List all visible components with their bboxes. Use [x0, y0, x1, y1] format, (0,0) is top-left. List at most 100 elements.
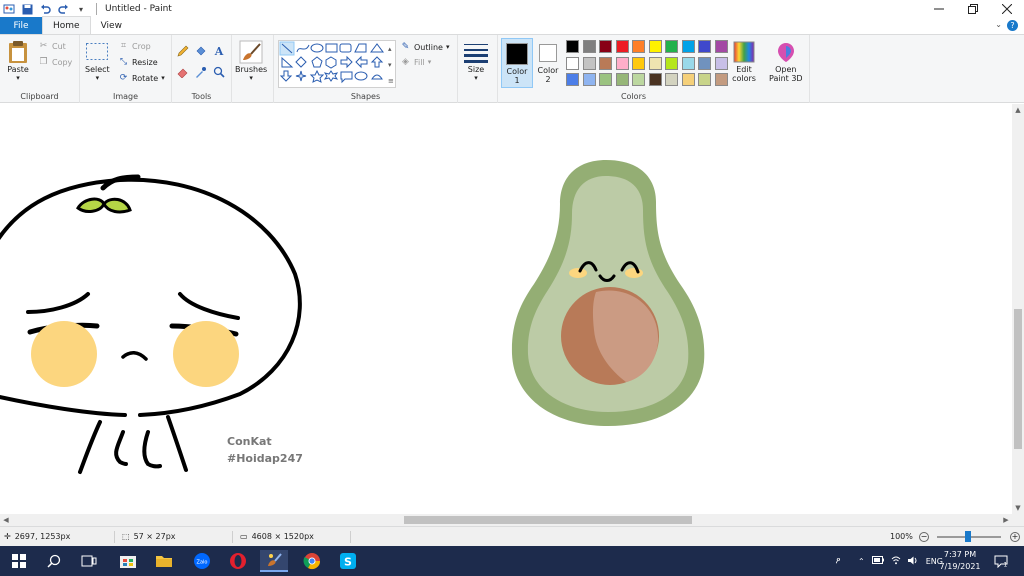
chrome-browser-icon[interactable] [298, 550, 326, 572]
scroll-right-icon[interactable]: ▶ [1000, 514, 1012, 526]
battery-icon[interactable] [871, 556, 884, 566]
vertical-scrollbar[interactable]: ▲ ▼ [1012, 104, 1024, 514]
text-tool-icon[interactable]: A [212, 44, 226, 58]
zalo-app-icon[interactable]: Zalo [188, 550, 216, 572]
palette-swatch[interactable] [582, 73, 596, 86]
network-icon[interactable] [891, 556, 901, 567]
edit-colors-button[interactable]: Edit colors [732, 39, 756, 83]
palette-swatch[interactable] [599, 56, 612, 70]
magnifier-icon[interactable] [212, 65, 226, 79]
palette-swatch[interactable] [714, 56, 728, 70]
task-view-icon[interactable] [75, 550, 103, 572]
color1-selector[interactable]: Color 1 [501, 38, 533, 88]
search-icon[interactable] [40, 550, 68, 572]
zoom-out-button[interactable]: − [919, 532, 929, 542]
save-icon[interactable] [20, 2, 34, 16]
palette-swatch[interactable] [665, 73, 678, 86]
palette-swatch[interactable] [582, 40, 596, 53]
palette-swatch[interactable] [566, 40, 579, 53]
size-button[interactable]: Size ▾ [464, 39, 488, 82]
palette-swatch[interactable] [648, 56, 662, 70]
rotate-button[interactable]: ⟳ Rotate ▾ [118, 72, 165, 84]
skype-app-icon[interactable]: S [334, 550, 362, 572]
palette-swatch[interactable] [615, 73, 629, 86]
palette-swatch[interactable] [566, 56, 579, 70]
windows-start-icon[interactable] [5, 550, 33, 572]
palette-swatch[interactable] [599, 40, 612, 53]
tab-view[interactable]: View [91, 17, 132, 34]
outline-button[interactable]: ✎ Outline ▾ [400, 41, 450, 53]
file-explorer-icon[interactable] [150, 550, 178, 572]
paste-button[interactable]: Paste ▾ [6, 39, 30, 82]
image-group: Select ▾ ⌗ Crop ⤡ Resize ⟳ Rotate ▾ Imag… [80, 35, 172, 103]
palette-swatch[interactable] [648, 40, 662, 53]
scroll-up-icon[interactable]: ▲ [1012, 104, 1024, 116]
palette-swatch[interactable] [698, 56, 711, 70]
close-button[interactable] [990, 0, 1024, 18]
horizontal-scrollbar[interactable]: ◀ ▶ [0, 514, 1012, 526]
restore-button[interactable] [956, 0, 990, 18]
shapes-gallery-icons[interactable]: ▴ ▾ ≡ [279, 41, 397, 89]
cut-button[interactable]: ✂ Cut [38, 40, 66, 52]
fill-bucket-icon[interactable] [194, 44, 208, 58]
store-app-icon[interactable] [114, 550, 142, 572]
eraser-icon[interactable] [176, 65, 190, 79]
palette-swatch[interactable] [665, 56, 678, 70]
scroll-down-icon[interactable]: ▼ [1012, 502, 1024, 514]
palette-swatch[interactable] [698, 40, 711, 53]
select-button[interactable]: Select ▾ [85, 39, 110, 82]
show-hidden-icons-icon[interactable]: ⌃ [858, 557, 865, 566]
scroll-left-icon[interactable]: ◀ [0, 514, 12, 526]
palette-swatch[interactable] [582, 56, 596, 70]
opera-browser-icon[interactable] [224, 550, 252, 572]
notification-center-icon[interactable]: 1 [990, 550, 1012, 572]
palette-swatch[interactable] [698, 73, 711, 86]
select-label: Select [85, 65, 110, 74]
palette-swatch[interactable] [632, 73, 645, 86]
redo-icon[interactable] [56, 2, 70, 16]
volume-icon[interactable] [907, 556, 919, 567]
customize-qat-icon[interactable]: ▾ [74, 2, 88, 16]
palette-swatch[interactable] [681, 73, 695, 86]
palette-swatch[interactable] [599, 73, 612, 86]
select-dropdown-icon[interactable]: ▾ [96, 74, 100, 82]
vertical-scroll-thumb[interactable] [1014, 309, 1022, 449]
collapse-ribbon-icon[interactable]: ⌄ [995, 20, 1002, 29]
zoom-slider-thumb[interactable] [965, 531, 971, 542]
palette-swatch[interactable] [665, 40, 678, 53]
pencil-icon[interactable] [176, 44, 190, 58]
shapes-group-label: Shapes [350, 92, 381, 101]
brushes-button[interactable]: Brushes ▾ [235, 39, 267, 82]
resize-button[interactable]: ⤡ Resize [118, 56, 158, 68]
palette-swatch[interactable] [615, 40, 629, 53]
palette-swatch[interactable] [615, 56, 629, 70]
zoom-in-button[interactable]: + [1010, 532, 1020, 542]
minimize-button[interactable] [922, 0, 956, 18]
people-icon[interactable]: ዖ [830, 556, 846, 566]
palette-swatch[interactable] [681, 40, 695, 53]
color2-selector[interactable]: Color 2 [534, 38, 562, 88]
palette-swatch[interactable] [632, 40, 645, 53]
shapes-group: ▴ ▾ ≡ ✎ Outline ▾ ◈ Fill ▾ Shapes [274, 35, 458, 103]
help-icon[interactable]: ? [1007, 20, 1018, 31]
fill-button[interactable]: ◈ Fill ▾ [400, 56, 431, 68]
svg-text:≡: ≡ [388, 77, 394, 85]
paste-dropdown-icon[interactable]: ▾ [16, 74, 20, 82]
palette-swatch[interactable] [681, 56, 695, 70]
tab-file[interactable]: File [0, 17, 42, 34]
palette-swatch[interactable] [714, 40, 728, 53]
palette-swatch[interactable] [632, 56, 645, 70]
palette-swatch[interactable] [566, 73, 579, 86]
palette-swatch[interactable] [648, 73, 662, 86]
paint-taskbar-icon[interactable] [260, 550, 288, 572]
color-picker-icon[interactable] [194, 65, 208, 79]
open-paint3d-button[interactable]: Open Paint 3D [769, 39, 803, 83]
copy-button[interactable]: ❐ Copy [38, 56, 72, 68]
undo-icon[interactable] [38, 2, 52, 16]
horizontal-scroll-thumb[interactable] [404, 516, 692, 524]
palette-swatch[interactable] [714, 73, 728, 86]
taskbar-clock[interactable]: 7:37 PM 7/19/2021 [935, 549, 985, 573]
drawing-canvas[interactable]: ConKat #Hoidap247 [0, 104, 1012, 514]
crop-button[interactable]: ⌗ Crop [118, 40, 151, 52]
tab-home[interactable]: Home [42, 16, 91, 34]
